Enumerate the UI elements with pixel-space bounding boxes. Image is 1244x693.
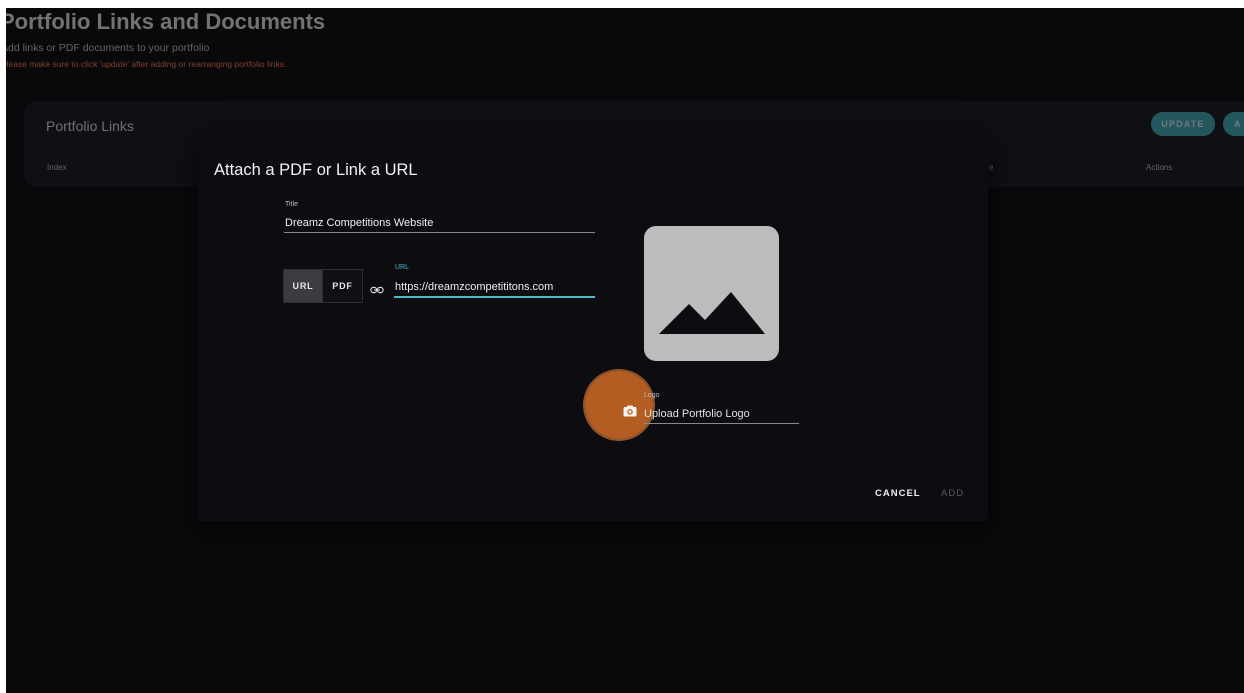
- logo-preview: [644, 226, 779, 361]
- page-title: Portfolio Links and Documents: [6, 9, 326, 34]
- add-link-button[interactable]: A: [1223, 112, 1244, 136]
- url-input[interactable]: [394, 277, 595, 298]
- url-field-label: URL: [395, 264, 410, 271]
- url-toggle-button[interactable]: URL: [283, 269, 323, 303]
- update-button[interactable]: UPDATE: [1151, 112, 1215, 136]
- camera-icon[interactable]: [623, 405, 637, 417]
- logo-upload-input[interactable]: [643, 404, 799, 424]
- add-button[interactable]: ADD: [941, 488, 964, 499]
- update-warning: Please make sure to click 'update' after…: [6, 59, 287, 69]
- attach-dialog: Attach a PDF or Link a URL Title URL PDF…: [198, 131, 988, 521]
- link-icon: [370, 286, 384, 294]
- app-background: Portfolio Links and Documents Add links …: [6, 8, 1244, 693]
- dialog-title: Attach a PDF or Link a URL: [214, 161, 418, 179]
- image-placeholder-icon: [659, 292, 765, 334]
- column-header-partial: e: [989, 163, 994, 172]
- cancel-button[interactable]: CANCEL: [875, 488, 921, 499]
- pdf-toggle-button[interactable]: PDF: [323, 269, 363, 303]
- column-header-actions: Actions: [1146, 163, 1173, 172]
- logo-field-label: Logo: [644, 392, 660, 399]
- card-title: Portfolio Links: [46, 118, 134, 134]
- column-header-index: Index: [47, 163, 67, 172]
- page-subtitle: Add links or PDF documents to your portf…: [6, 42, 210, 54]
- title-field-label: Title: [285, 201, 298, 208]
- title-input[interactable]: [284, 214, 595, 233]
- url-pdf-toggle: URL PDF: [283, 269, 363, 303]
